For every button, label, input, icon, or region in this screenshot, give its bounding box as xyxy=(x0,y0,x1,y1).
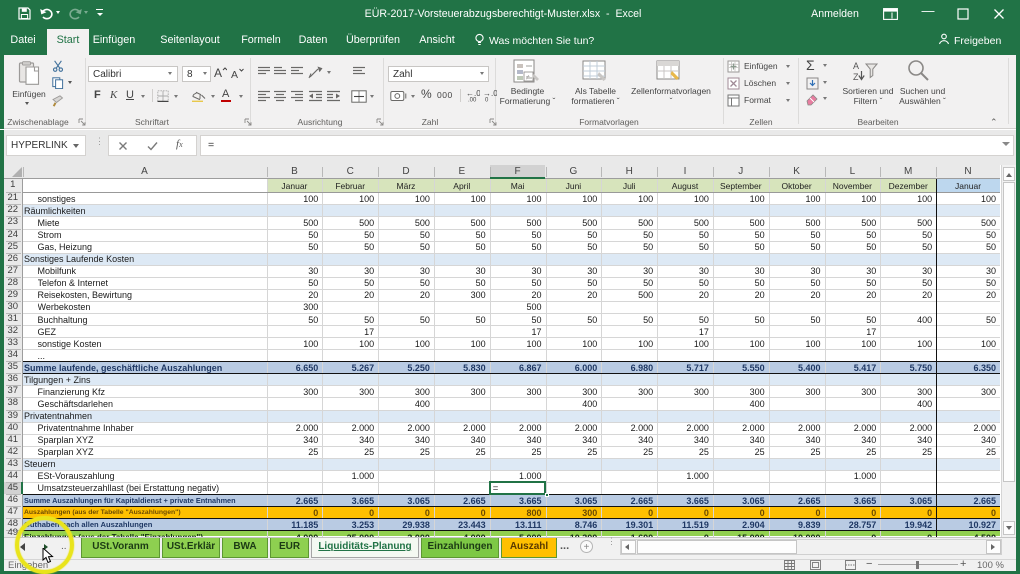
svg-text:A: A xyxy=(214,66,222,79)
svg-text:Z: Z xyxy=(853,72,859,82)
svg-text:A: A xyxy=(231,69,238,80)
svg-text:A: A xyxy=(853,61,859,71)
svg-text:.00: .00 xyxy=(468,98,477,103)
